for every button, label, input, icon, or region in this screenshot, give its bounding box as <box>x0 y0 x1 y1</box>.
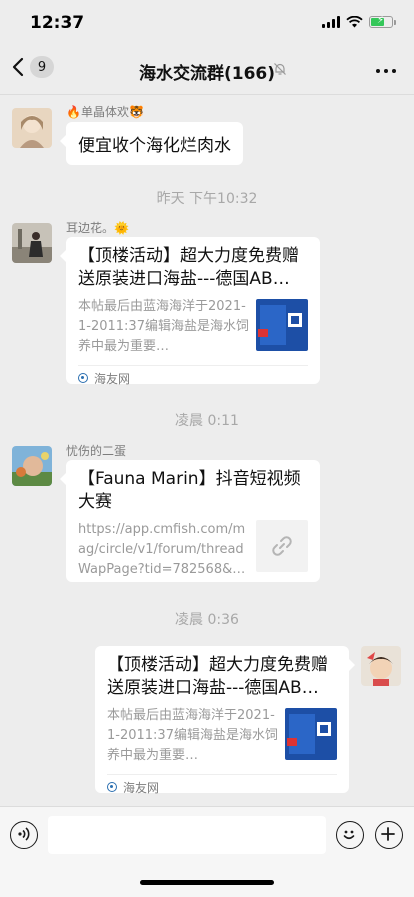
chat-header: 9 海水交流群(166) <box>0 46 414 95</box>
voice-icon <box>18 827 30 841</box>
card-title: 【顶楼活动】超大力度免费赠送原装进口海盐---德国AB… <box>78 246 299 289</box>
site-icon <box>78 373 88 383</box>
status-icons: ⚡ <box>322 15 396 28</box>
avatar[interactable] <box>12 446 52 486</box>
plus-button[interactable] <box>375 821 403 849</box>
card-source-name: 海友网 <box>94 371 131 386</box>
avatar[interactable] <box>361 646 401 686</box>
timestamp: 凌晨 0:36 <box>175 612 239 628</box>
link-card[interactable]: 【顶楼活动】超大力度免费赠送原装进口海盐---德国AB… 本帖最后由蓝海海洋于2… <box>95 646 355 795</box>
sender-name: 🔥单晶体欢🐯 <box>66 105 144 119</box>
card-thumbnail <box>256 299 308 351</box>
status-time: 12:37 <box>30 13 85 33</box>
message-text: 便宜收个海化烂肉水 <box>78 136 231 156</box>
sender-name: 耳边花。🌞 <box>66 221 129 235</box>
bell-slash-icon <box>274 63 286 75</box>
card-source: 海友网 <box>107 774 337 799</box>
voice-button[interactable] <box>10 821 38 849</box>
avatar[interactable] <box>12 108 52 148</box>
home-indicator <box>140 880 274 885</box>
sender-name: 忧伤的二蛋 <box>66 444 127 458</box>
card-description: 本帖最后由蓝海海洋于2021-1-2011:37编辑海盐是海水饲养中最为重要… <box>78 299 249 354</box>
more-icon <box>376 69 380 73</box>
message-bubble[interactable]: 便宜收个海化烂肉水 <box>60 122 243 165</box>
message-input[interactable] <box>48 816 326 854</box>
site-icon <box>107 782 117 792</box>
link-card[interactable]: 【顶楼活动】超大力度免费赠送原装进口海盐---德国AB… 本帖最后由蓝海海洋于2… <box>60 237 320 386</box>
link-icon <box>272 536 292 556</box>
plus-icon <box>381 827 395 841</box>
timestamp: 凌晨 0:11 <box>175 413 239 429</box>
avatar[interactable] <box>12 223 52 263</box>
card-thumbnail <box>285 708 337 760</box>
card-description: https://app.cmfish.com/mag/circle/v1/for… <box>78 522 246 577</box>
emoji-button[interactable] <box>336 821 364 849</box>
status-bar: 12:37 ⚡ <box>0 0 414 46</box>
card-description: 本帖最后由蓝海海洋于2021-1-2011:37编辑海盐是海水饲养中最为重要… <box>107 708 278 763</box>
card-source: 海友网 <box>78 365 308 390</box>
emoji-icon <box>343 830 355 840</box>
cellular-signal-icon <box>322 16 340 28</box>
more-button[interactable] <box>376 69 396 73</box>
card-title: 【顶楼活动】超大力度免费赠送原装进口海盐---德国AB… <box>107 655 328 698</box>
link-thumbnail <box>256 520 308 572</box>
card-source-name: 海友网 <box>123 780 160 795</box>
wifi-icon <box>346 16 363 28</box>
chat-title: 海水交流群(166) <box>138 64 276 84</box>
link-card[interactable]: 【Fauna Marin】抖音短视频大赛 https://app.cmfish.… <box>60 460 320 582</box>
battery-icon: ⚡ <box>369 15 393 28</box>
timestamp: 昨天 下午10:32 <box>156 191 258 207</box>
card-title: 【Fauna Marin】抖音短视频大赛 <box>78 469 301 512</box>
